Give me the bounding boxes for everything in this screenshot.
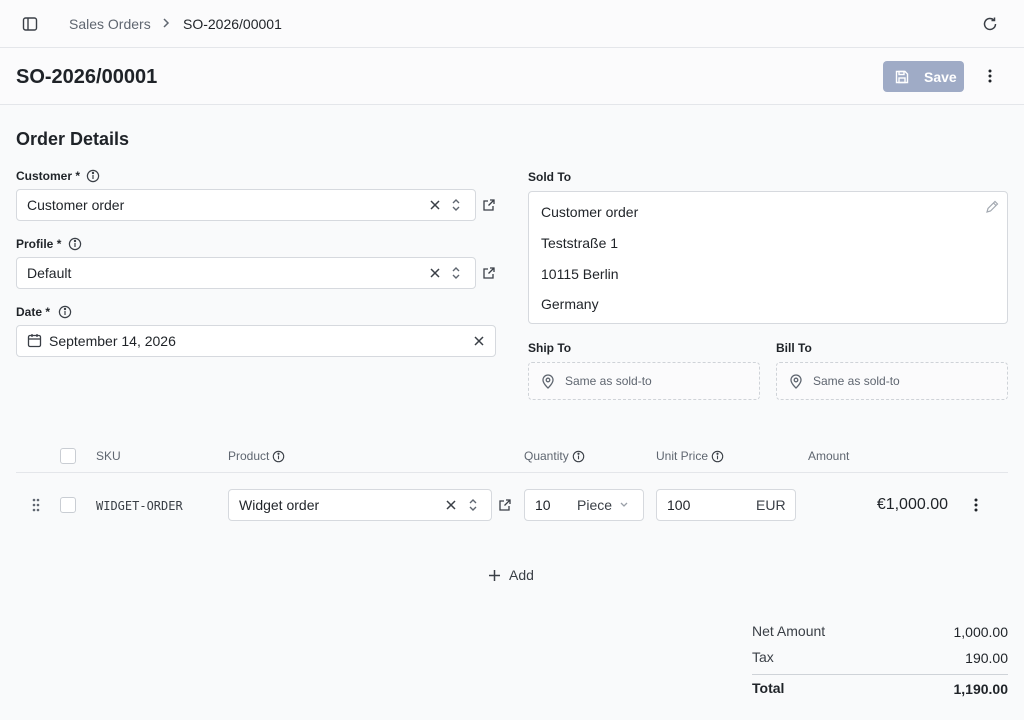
net-amount-value: 1,000.00 [953, 624, 1009, 640]
info-icon [68, 237, 82, 251]
refresh-icon[interactable] [982, 16, 998, 32]
customer-value: Customer order [27, 197, 125, 213]
breadcrumb-current: SO-2026/00001 [183, 16, 282, 32]
external-link-icon[interactable] [482, 198, 496, 212]
add-label: Add [509, 567, 534, 583]
date-label: Date * [16, 305, 51, 319]
clear-icon[interactable] [473, 335, 485, 347]
clear-icon[interactable] [429, 199, 441, 211]
column-header-amount: Amount [808, 449, 850, 463]
quantity-field[interactable]: 10 Piece [524, 489, 644, 521]
sold-to-line: Customer order [541, 204, 639, 220]
external-link-icon[interactable] [482, 266, 496, 280]
quantity-value: 10 [535, 497, 551, 513]
chevron-right-icon [160, 17, 172, 29]
currency-label: EUR [756, 497, 786, 513]
tax-value: 190.00 [965, 650, 1008, 666]
row-sku: WIDGET-ORDER [96, 499, 183, 513]
bill-to-label: Bill To [776, 341, 812, 355]
add-line-button[interactable]: Add [488, 566, 534, 584]
info-icon [58, 305, 72, 319]
top-bar [0, 0, 1024, 48]
info-icon [711, 450, 724, 462]
drag-handle-icon[interactable] [31, 497, 41, 513]
section-title: Order Details [16, 129, 130, 149]
unit-price-value: 100 [667, 497, 691, 513]
bill-to-address[interactable]: Same as sold-to [776, 362, 1008, 400]
updown-icon [467, 497, 479, 513]
map-pin-icon [541, 374, 555, 389]
column-header-sku: SKU [96, 449, 121, 463]
totals-divider [752, 674, 1008, 675]
ship-to-address[interactable]: Same as sold-to [528, 362, 760, 400]
unit-select[interactable]: Piece [577, 497, 612, 513]
date-picker[interactable]: September 14, 2026 [16, 325, 496, 357]
sold-to-line: 10115 Berlin [541, 266, 619, 282]
updown-icon [450, 197, 462, 213]
net-amount-label: Net Amount [752, 623, 826, 639]
ship-to-label: Ship To [528, 341, 572, 355]
product-value: Widget order [239, 497, 320, 513]
save-button[interactable]: Save [883, 61, 964, 92]
breadcrumb-sales-orders[interactable]: Sales Orders [69, 15, 151, 33]
column-header-product: Product [228, 449, 285, 463]
total-label: Total [752, 680, 785, 696]
info-icon [572, 450, 584, 462]
ship-to-placeholder: Same as sold-to [565, 374, 652, 388]
clear-icon[interactable] [445, 499, 457, 511]
calendar-icon [27, 333, 42, 348]
page-title: SO-2026/00001 [16, 66, 158, 88]
tax-label: Tax [752, 649, 774, 665]
plus-icon [489, 569, 500, 581]
profile-value: Default [27, 265, 72, 281]
row-amount: €1,000.00 [876, 496, 948, 513]
sold-to-address[interactable]: Customer order Teststraße 1 10115 Berlin… [528, 191, 1008, 324]
column-header-unit-price: Unit Price [656, 449, 724, 463]
save-icon [895, 70, 909, 83]
customer-select[interactable]: Customer order [16, 189, 476, 221]
save-label: Save [924, 68, 957, 85]
unit-price-field[interactable]: 100 EUR [656, 489, 796, 521]
table-header-divider [16, 472, 1008, 473]
date-value: September 14, 2026 [49, 333, 176, 349]
profile-label: Profile * [16, 237, 62, 251]
sold-to-label: Sold To [528, 170, 572, 184]
chevron-down-icon [619, 501, 629, 509]
info-icon [86, 169, 100, 183]
sidebar-toggle-icon[interactable] [22, 16, 38, 32]
info-icon [273, 450, 285, 462]
clear-icon[interactable] [429, 267, 441, 279]
pencil-icon[interactable] [985, 200, 999, 214]
bill-to-placeholder: Same as sold-to [813, 374, 900, 388]
customer-label: Customer * [16, 169, 81, 183]
select-all-checkbox[interactable] [60, 448, 76, 464]
external-link-icon[interactable] [498, 498, 512, 512]
product-select[interactable]: Widget order [228, 489, 492, 521]
total-value: 1,190.00 [953, 681, 1009, 697]
updown-icon [450, 265, 462, 281]
sold-to-line: Germany [541, 296, 599, 312]
sold-to-line: Teststraße 1 [541, 235, 619, 251]
map-pin-icon [789, 374, 803, 389]
more-vertical-icon[interactable] [968, 497, 984, 513]
more-vertical-icon[interactable] [982, 68, 998, 84]
row-checkbox[interactable] [60, 497, 76, 513]
profile-select[interactable]: Default [16, 257, 476, 289]
column-header-quantity: Quantity [524, 449, 585, 463]
